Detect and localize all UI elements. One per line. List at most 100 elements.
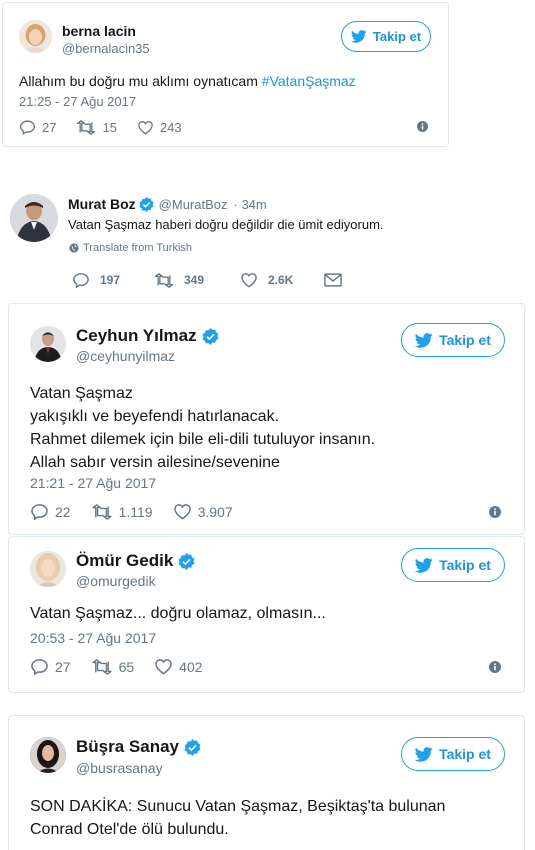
user-name-text[interactable]: Ömür Gedik (76, 551, 173, 571)
user-handle[interactable]: @bernalacin35 (62, 41, 150, 56)
follow-button[interactable]: Takip et (401, 323, 505, 357)
tweet-actions: 27 15 243 (19, 119, 182, 135)
tweet-text: SON DAKİKA: Sunucu Vatan Şaşmaz, Beşikta… (30, 795, 445, 841)
like-button[interactable]: 402 (154, 658, 203, 675)
tweet-text-line: yakışıklı ve beyefendi hatırlanacak. (30, 408, 280, 425)
avatar[interactable] (30, 737, 66, 773)
tweet-age[interactable]: · 34m (234, 197, 267, 212)
user-handle[interactable]: @ceyhunyilmaz (76, 348, 175, 364)
tweet-text-line: Allah sabır versin ailesine/sevenine (30, 454, 280, 471)
like-count: 3.907 (197, 503, 233, 520)
reply-count: 197 (100, 273, 121, 287)
follow-button-label: Takip et (439, 557, 491, 573)
verified-badge-icon (178, 552, 195, 570)
retweet-icon (91, 503, 112, 520)
follow-button[interactable]: Takip et (401, 737, 505, 771)
twitter-bird-icon (350, 30, 367, 43)
follow-button[interactable]: Takip et (341, 21, 431, 52)
retweet-count: 65 (118, 658, 135, 675)
reply-button[interactable]: 22 (30, 503, 71, 520)
tweet-text-line: Vatan Şaşmaz (30, 385, 133, 402)
tweet-card-ceyhunyilmaz: Ceyhun Yılmaz @ceyhunyilmaz Takip et Vat… (8, 303, 525, 535)
like-button[interactable]: 2.6K (240, 272, 324, 288)
reply-button[interactable]: 197 (72, 272, 154, 288)
tweet-card-muratboz: Murat Boz @MuratBoz · 34m Vatan Şaşmaz h… (0, 180, 535, 295)
follow-button-label: Takip et (439, 746, 491, 762)
tweet-text-line: Rahmet dilemek için bile eli-dili tutulu… (30, 431, 376, 448)
tweet-timestamp[interactable]: 21:25 - 27 Ağu 2017 (19, 94, 136, 109)
tweet-timestamp[interactable]: 20:53 - 27 Ağu 2017 (30, 630, 156, 646)
info-icon[interactable] (489, 506, 501, 518)
envelope-icon (324, 273, 342, 287)
follow-button-label: Takip et (372, 29, 422, 44)
twitter-bird-icon (415, 332, 433, 348)
retweet-button[interactable]: 65 (91, 658, 135, 675)
twitter-bird-icon (415, 557, 433, 573)
retweet-icon (91, 658, 112, 675)
translate-label: Translate from Turkish (83, 242, 193, 254)
reply-icon (20, 120, 35, 135)
user-name: Ceyhun Yılmaz (76, 326, 219, 346)
avatar[interactable] (30, 326, 66, 362)
user-name: Murat Boz @MuratBoz · 34m (68, 196, 267, 212)
tweet-card-busrasanay: Büşra Sanay @busrasanay Takip et SON DAK… (8, 715, 525, 850)
like-count: 402 (179, 658, 203, 675)
retweet-icon (77, 119, 96, 135)
tweet-card-bernalacin: berna lacin @bernalacin35 Takip et Allah… (2, 2, 449, 147)
user-name-text[interactable]: Murat Boz (68, 196, 136, 212)
retweet-button[interactable]: 349 (154, 272, 240, 288)
reply-icon (73, 273, 89, 288)
info-icon[interactable] (417, 121, 428, 132)
user-handle[interactable]: @busrasanay (76, 760, 163, 776)
user-name-text[interactable]: Ceyhun Yılmaz (76, 326, 197, 346)
verified-badge-icon (139, 196, 154, 212)
hashtag-link[interactable]: #VatanŞaşmaz (262, 73, 356, 89)
like-button[interactable]: 243 (137, 120, 182, 135)
direct-message-button[interactable] (324, 273, 342, 287)
retweet-button[interactable]: 15 (76, 119, 117, 135)
tweet-actions: 27 65 402 (30, 658, 203, 675)
tweet-text: Vatan Şaşmaz haberi doğru değildir die ü… (68, 217, 384, 232)
like-button[interactable]: 3.907 (173, 503, 233, 520)
follow-button-label: Takip et (439, 332, 491, 348)
globe-icon (69, 243, 79, 253)
info-icon[interactable] (489, 661, 501, 673)
reply-count: 27 (55, 658, 71, 675)
avatar[interactable] (19, 20, 52, 53)
twitter-bird-icon (415, 746, 433, 762)
user-name-text[interactable]: Büşra Sanay (76, 737, 179, 757)
verified-badge-icon (202, 327, 219, 345)
reply-button[interactable]: 27 (30, 658, 71, 675)
tweet-text: Vatan Şaşmaz yakışıklı ve beyefendi hatı… (30, 382, 375, 474)
retweet-icon (155, 272, 173, 288)
user-name: Ömür Gedik (76, 551, 195, 571)
avatar[interactable] (10, 194, 58, 242)
heart-icon (241, 273, 257, 288)
tweet-actions: 22 1.119 3.907 (30, 503, 233, 520)
tweet-actions: 197 349 2.6K (72, 272, 342, 288)
reply-count: 27 (42, 119, 57, 135)
retweet-button[interactable]: 1.119 (91, 504, 153, 520)
retweet-count: 15 (102, 119, 117, 135)
heart-icon (173, 504, 191, 520)
follow-button[interactable]: Takip et (401, 548, 505, 582)
user-name: Büşra Sanay (76, 737, 201, 757)
like-count: 243 (159, 119, 182, 135)
retweet-count: 1.119 (118, 503, 153, 520)
translate-link[interactable]: Translate from Turkish (69, 242, 192, 254)
like-count: 2.6K (268, 273, 294, 287)
reply-count: 22 (55, 503, 71, 520)
user-name[interactable]: berna lacin (62, 23, 136, 39)
heart-icon (155, 659, 172, 675)
heart-icon (138, 120, 153, 135)
tweet-text: Allahım bu doğru mu aklımı oynatıcam #Va… (19, 73, 356, 89)
reply-icon (31, 504, 48, 520)
user-handle[interactable]: @omurgedik (76, 573, 156, 589)
avatar[interactable] (30, 551, 66, 587)
reply-icon (31, 659, 48, 675)
reply-button[interactable]: 27 (19, 119, 56, 135)
tweet-text-line: SON DAKİKA: Sunucu Vatan Şaşmaz, Beşikta… (30, 798, 446, 815)
tweet-text: Vatan Şaşmaz... doğru olamaz, olmasın... (30, 605, 326, 622)
tweet-timestamp[interactable]: 21:21 - 27 Ağu 2017 (30, 475, 156, 491)
user-handle[interactable]: @MuratBoz (159, 197, 228, 212)
